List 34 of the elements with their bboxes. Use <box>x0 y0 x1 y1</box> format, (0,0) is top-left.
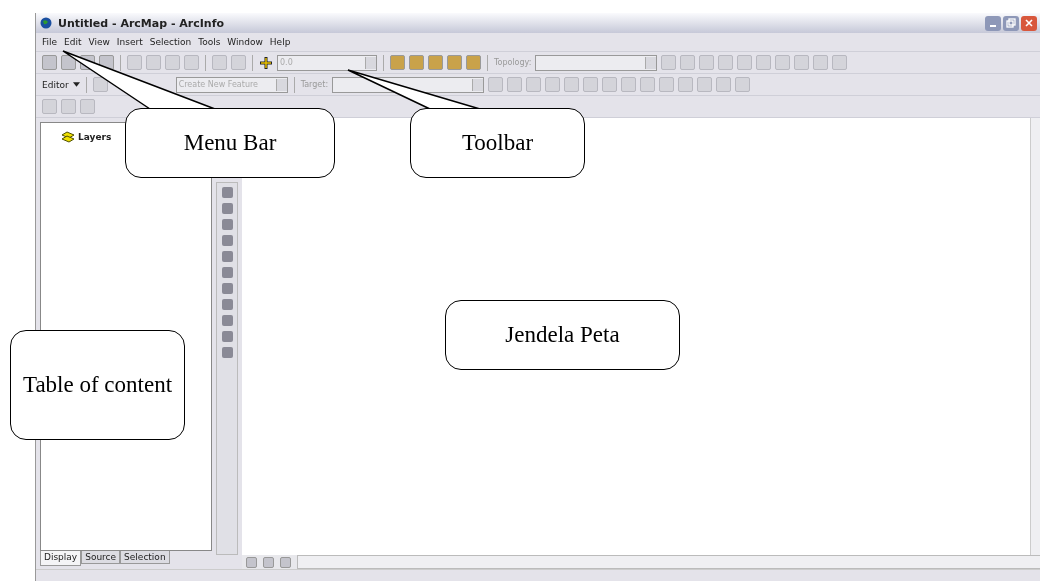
menu-item[interactable]: Insert <box>116 37 143 47</box>
menu-item[interactable]: Window <box>227 37 263 47</box>
layers-label[interactable]: Layers <box>78 132 112 142</box>
menu-item[interactable]: View <box>88 37 110 47</box>
close-icon <box>1024 18 1034 28</box>
horizontal-scrollbar[interactable] <box>297 555 1040 569</box>
restore-icon <box>1006 18 1016 28</box>
topology-label: Topology: <box>494 58 532 67</box>
toc-tab[interactable]: Source <box>81 551 121 564</box>
menu-item[interactable]: File <box>42 37 58 47</box>
layers-icon <box>61 131 75 143</box>
minimize-button[interactable] <box>985 15 1001 31</box>
minimize-icon <box>990 25 996 27</box>
toc-tab[interactable]: Display <box>40 551 82 566</box>
window-title: Untitled - ArcMap - ArcInfo <box>58 16 225 30</box>
toc-tab[interactable]: Selection <box>120 551 170 564</box>
editor-menu[interactable]: Editor <box>42 79 69 90</box>
callout-text: Toolbar <box>461 129 534 158</box>
plus-icon[interactable] <box>259 55 273 70</box>
menu-item[interactable]: Edit <box>64 37 82 47</box>
menu-item[interactable]: Selection <box>149 37 192 47</box>
globe-icon <box>40 17 52 29</box>
menu-item[interactable]: Tools <box>198 37 221 47</box>
caret-icon[interactable] <box>72 82 80 87</box>
menu-item[interactable]: Help <box>269 37 291 47</box>
vertical-scrollbar[interactable] <box>1030 118 1040 555</box>
callout-text: Menu Bar <box>183 129 277 158</box>
close-button[interactable] <box>1021 15 1037 31</box>
callout-text: Jendela Peta <box>505 321 620 350</box>
restore-button[interactable] <box>1003 15 1019 31</box>
topology-field[interactable] <box>535 54 658 71</box>
target-label: Target: <box>300 80 329 89</box>
tool-icon[interactable] <box>92 77 108 92</box>
callout-text: Table of content <box>22 371 173 400</box>
